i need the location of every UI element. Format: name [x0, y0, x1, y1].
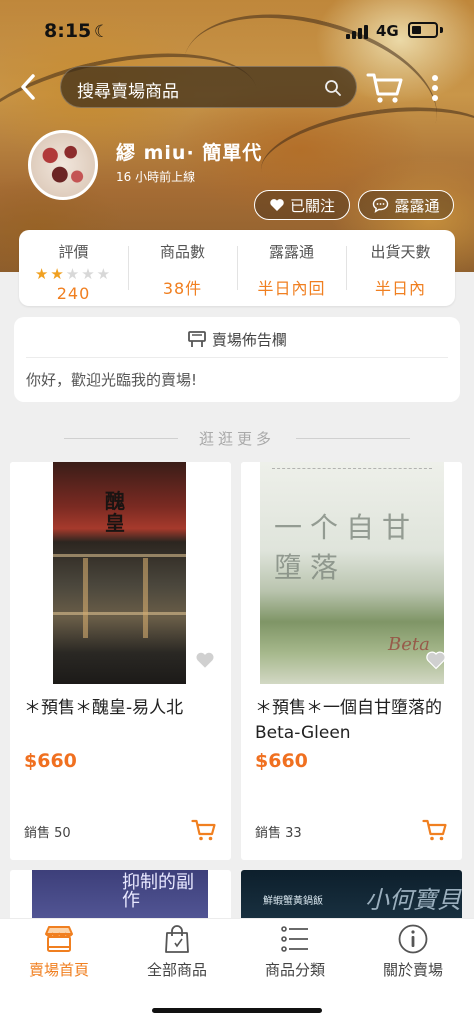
network-label: 4G [376, 22, 399, 40]
book-cover: 一个自甘墮落 Beta [260, 462, 444, 684]
book-cover-title: 一个自甘墮落 [274, 511, 419, 584]
status-bar: 8:15 ☾ 4G [0, 0, 474, 60]
rating-count: 240 [56, 284, 91, 303]
star-icon: ★ [81, 265, 97, 283]
book-cover-title: 小何寶貝 [365, 886, 461, 914]
product-sales: 銷售 33 [255, 826, 302, 841]
product-title[interactable]: ＊預售＊一個自甘墮落的Beta-Gleen [255, 696, 453, 746]
more-options-icon[interactable] [428, 72, 442, 104]
product-card[interactable]: 醜皇 ＊預售＊醜皇-易人北 $660 銷售 50 [10, 462, 231, 860]
products-stat[interactable]: 商品數 38件 [128, 230, 237, 306]
favorite-heart-icon[interactable] [425, 650, 447, 670]
shopping-bag-icon [165, 925, 189, 953]
chevron-left-icon [21, 74, 35, 100]
browse-more-divider: 逛逛更多 [0, 428, 474, 448]
favorite-heart-icon[interactable] [194, 650, 216, 670]
follow-label: 已關注 [289, 196, 335, 215]
shop-last-online: 16 小時前上線 [116, 170, 196, 184]
shop-avatar[interactable] [28, 130, 98, 200]
star-icon: ★ [34, 265, 51, 283]
cart-icon[interactable] [366, 70, 404, 106]
rating-label: 評價 [58, 243, 89, 261]
search-placeholder: 搜尋賣場商品 [77, 82, 179, 102]
add-to-cart-icon[interactable] [191, 818, 217, 842]
tab-all-products[interactable]: 全部商品 [118, 919, 236, 993]
chat-response-label: 露露通 [268, 243, 314, 261]
tab-about-store[interactable]: 關於賣場 [354, 919, 472, 993]
signboard-icon [188, 331, 206, 347]
follow-button[interactable]: 已關注 [254, 190, 350, 220]
product-price: $660 [24, 750, 77, 772]
book-cover-label: 鮮蝦蟹黃鍋飯 [263, 896, 323, 907]
shipping-stat: 出貨天數 半日內 [346, 230, 455, 306]
book-cover-signature: Beta [388, 634, 430, 655]
chat-bubble-icon [373, 197, 389, 213]
announcement-title: 賣場佈告欄 [211, 331, 287, 349]
shipping-value: 半日內 [374, 279, 426, 298]
product-image: 醜皇 [10, 462, 231, 684]
star-icon: ★ [65, 265, 82, 283]
chat-button[interactable]: 露露通 [358, 190, 454, 220]
products-count: 38件 [162, 279, 203, 298]
announcement-text: 你好，歡迎光臨我的賣場! [26, 371, 198, 389]
rating-stars: ★★★★★ [19, 266, 128, 282]
status-time: 8:15 [44, 20, 92, 42]
products-label: 商品數 [159, 243, 205, 261]
search-icon [325, 80, 341, 96]
list-icon [281, 926, 308, 952]
book-cover-title: 抑制的副作 [122, 872, 194, 911]
info-icon [398, 924, 428, 954]
star-icon: ★ [50, 265, 66, 283]
heart-icon [270, 199, 284, 211]
battery-icon [408, 22, 438, 38]
product-price: $660 [255, 750, 308, 772]
chat-response-stat: 露露通 半日內回 [237, 230, 346, 306]
book-cover: 醜皇 [53, 462, 186, 684]
chat-response-value: 半日內回 [257, 279, 326, 298]
shipping-label: 出貨天數 [370, 243, 431, 261]
tab-label: 賣場首頁 [28, 961, 89, 979]
search-input[interactable]: 搜尋賣場商品 [60, 66, 357, 108]
shop-name: 繆 miu· 簡單代 [116, 142, 263, 164]
tab-categories[interactable]: 商品分類 [236, 919, 354, 993]
tab-label: 全部商品 [146, 961, 207, 979]
product-card[interactable]: 一个自甘墮落 Beta ＊預售＊一個自甘墮落的Beta-Gleen $660 銷… [241, 462, 462, 860]
product-title[interactable]: ＊預售＊醜皇-易人北 [24, 696, 222, 721]
tab-label: 商品分類 [264, 961, 325, 979]
home-indicator [152, 1008, 322, 1013]
moon-icon: ☾ [94, 22, 110, 42]
chat-label: 露露通 [394, 196, 440, 215]
product-sales: 銷售 50 [24, 826, 71, 841]
store-icon [45, 926, 73, 952]
back-button[interactable] [18, 72, 46, 104]
tab-label: 關於賣場 [382, 961, 443, 979]
rating-stat[interactable]: 評價 ★★★★★ 240 [19, 230, 128, 306]
signal-icon [346, 25, 368, 39]
tab-store-home[interactable]: 賣場首頁 [0, 919, 118, 993]
announcement-board: 賣場佈告欄 你好，歡迎光臨我的賣場! [14, 317, 460, 402]
shop-stats-card: 評價 ★★★★★ 240 商品數 38件 露露通 半日內回 出貨天數 半日內 [19, 230, 455, 306]
book-cover-title: 醜皇 [105, 489, 125, 535]
product-image: 一个自甘墮落 Beta [241, 462, 462, 684]
star-icon: ★ [96, 265, 113, 283]
add-to-cart-icon[interactable] [422, 818, 448, 842]
